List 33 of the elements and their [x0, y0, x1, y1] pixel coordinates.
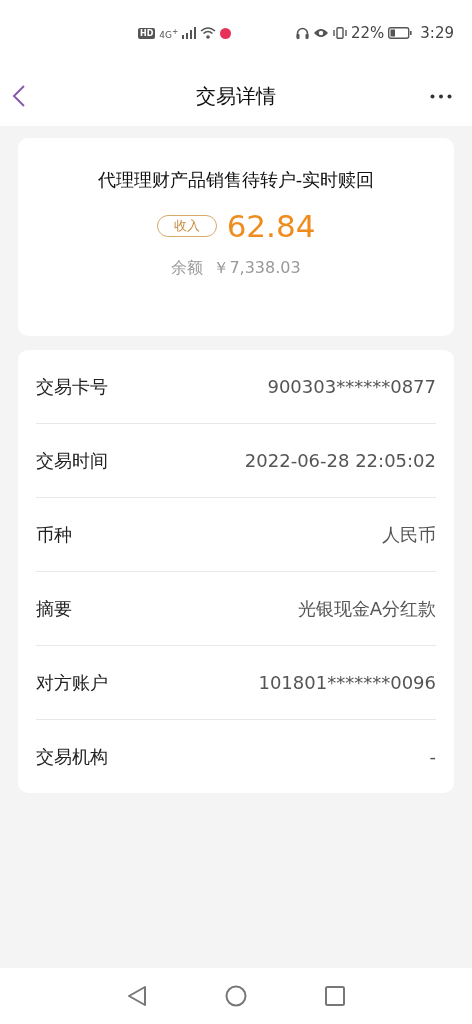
eye-icon [312, 28, 329, 38]
detail-value: 光银现金A分红款 [297, 596, 436, 621]
headphones-icon [295, 27, 309, 39]
page-title: 交易详情 [196, 82, 276, 110]
detail-label: 交易机构 [36, 744, 108, 769]
home-nav-icon[interactable] [225, 985, 247, 1007]
recents-nav-icon[interactable] [325, 986, 345, 1006]
wifi-icon [200, 27, 217, 39]
detail-label: 币种 [36, 522, 72, 547]
clock-time: 3:29 [420, 24, 454, 42]
balance-value: ￥7,338.03 [213, 258, 301, 279]
detail-label: 对方账户 [36, 670, 108, 695]
hd-badge: HD [138, 27, 156, 39]
detail-value: 101801*******0096 [258, 672, 436, 693]
network-type: 4G$^{+}$ [159, 26, 179, 40]
battery-icon [388, 27, 413, 39]
detail-value: 人民币 [382, 522, 436, 547]
vibrate-icon [332, 27, 347, 39]
amount: 62.84 [226, 208, 316, 244]
detail-value: 2022-06-28 22:05:02 [244, 450, 436, 471]
detail-label: 摘要 [36, 596, 72, 621]
more-icon[interactable] [430, 93, 452, 99]
battery-percent: 22% [350, 24, 385, 42]
detail-label: 交易卡号 [36, 374, 108, 399]
detail-value: - [429, 746, 436, 767]
signal-icon [182, 27, 197, 39]
detail-label: 交易时间 [36, 448, 108, 473]
back-nav-icon[interactable] [127, 985, 147, 1007]
detail-value: 900303******0877 [267, 376, 436, 397]
back-icon[interactable] [12, 84, 26, 108]
transaction-title: 代理理财产品销售待转户-实时赎回 [97, 168, 375, 192]
notification-dot-icon [220, 27, 232, 39]
balance-label: 余额 [171, 258, 204, 279]
